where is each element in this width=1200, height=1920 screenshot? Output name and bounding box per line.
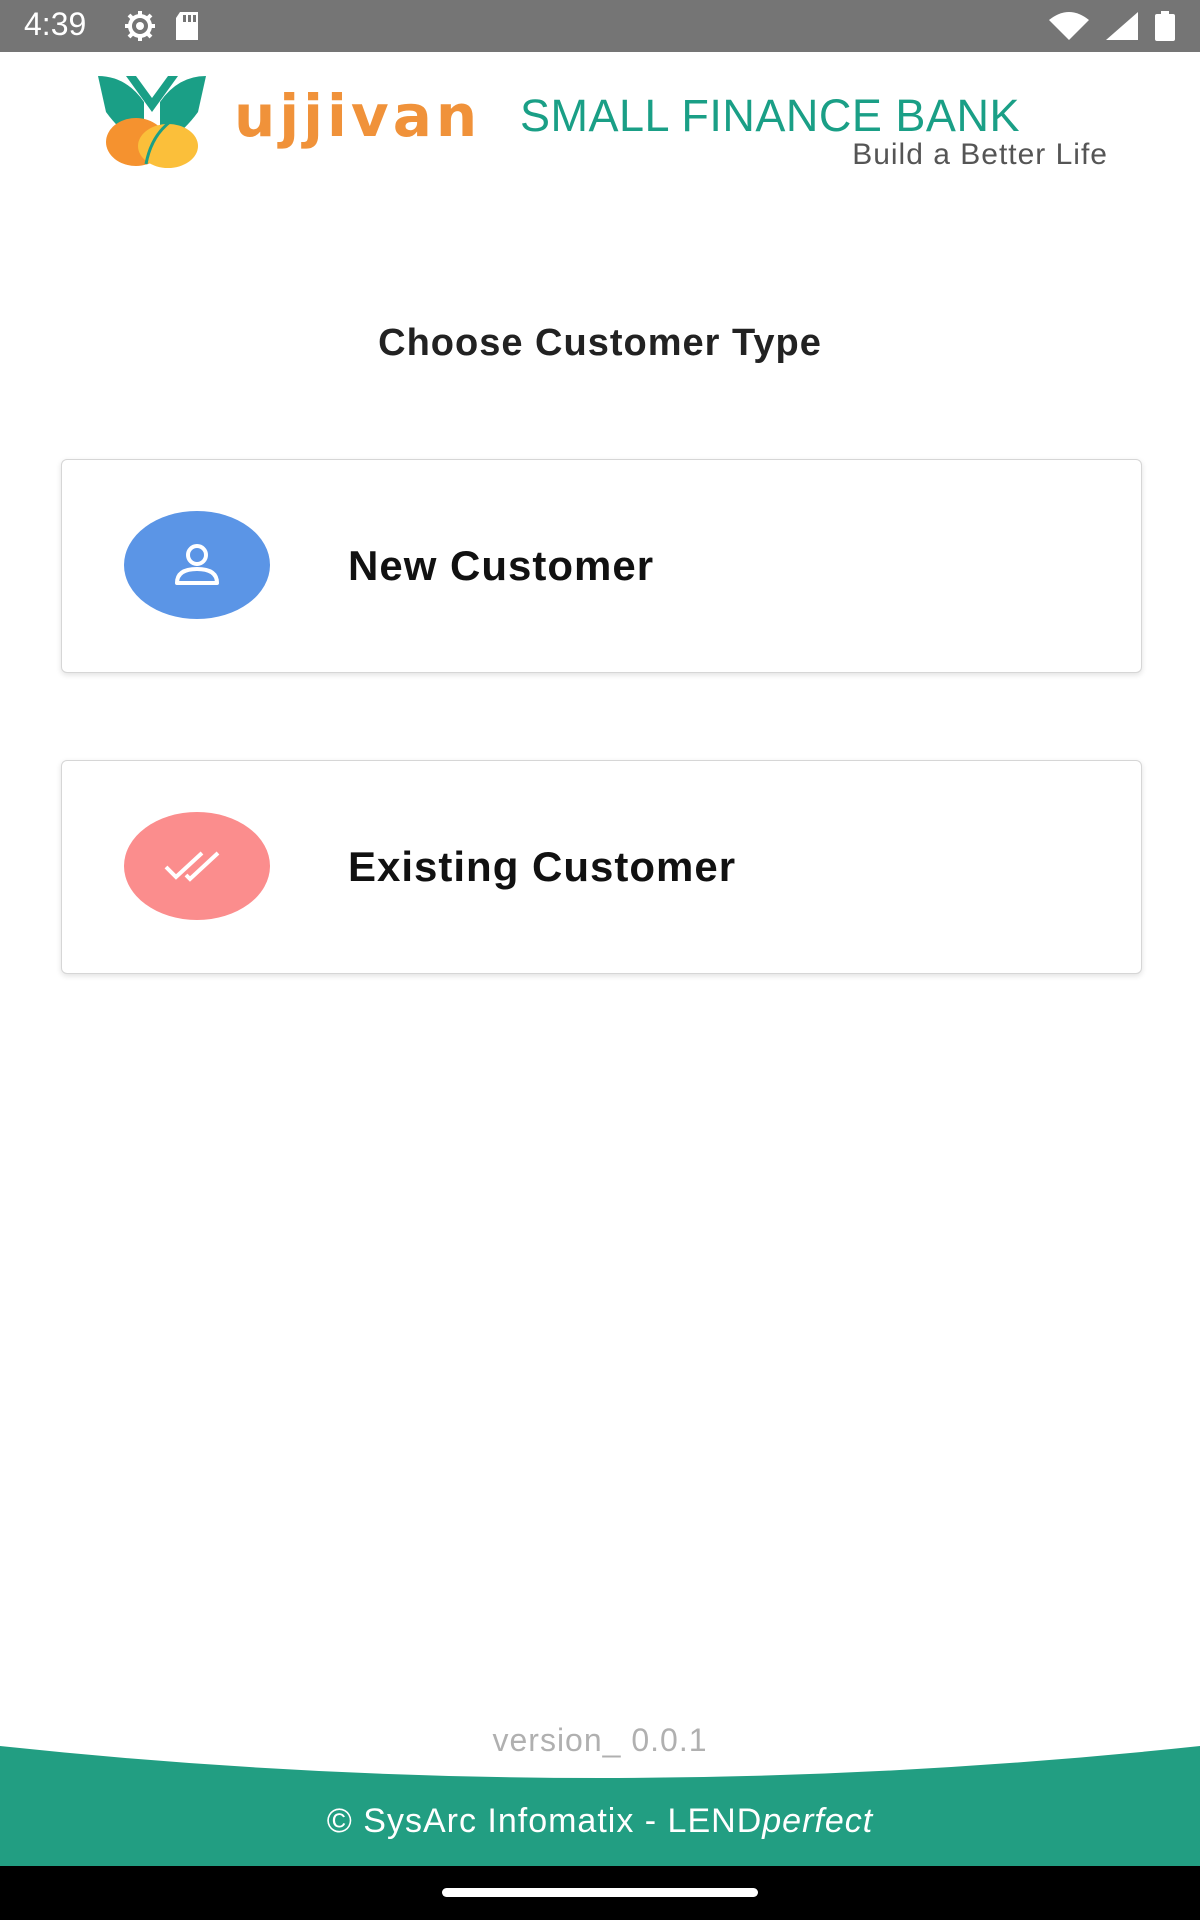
status-time: 4:39 <box>24 6 87 42</box>
logo-wordmark: ujjivan <box>234 82 482 150</box>
copyright-prefix: © SysArc Infomatix - LEND <box>326 1802 763 1840</box>
home-gesture-handle[interactable] <box>442 1888 758 1897</box>
copyright-brand-italic: perfect <box>762 1802 874 1840</box>
existing-customer-card[interactable]: Existing Customer <box>61 760 1142 974</box>
new-customer-card[interactable]: New Customer <box>61 459 1142 673</box>
new-customer-icon-circle <box>124 511 270 619</box>
signal-icon <box>1106 12 1138 40</box>
ujjivan-leaf-logo-icon <box>98 76 206 168</box>
page-title: Choose Customer Type <box>378 322 822 364</box>
battery-icon <box>1155 11 1175 41</box>
existing-customer-label: Existing Customer <box>348 843 737 890</box>
double-check-icon <box>164 851 220 882</box>
person-icon <box>175 544 219 585</box>
status-bar: 4:39 <box>0 0 1200 52</box>
copyright-text: © SysArc Infomatix - LENDperfect <box>0 1802 1200 1841</box>
logo-bank-name: SMALL FINANCE BANK <box>520 90 1020 141</box>
wifi-icon <box>1049 12 1089 40</box>
navigation-bar <box>0 1866 1200 1920</box>
logo-tagline: Build a Better Life <box>852 138 1108 171</box>
new-customer-label: New Customer <box>348 542 655 589</box>
bank-logo: ujjivan SMALL FINANCE BANK Build a Bette… <box>96 72 1116 182</box>
sd-card-icon <box>176 12 198 40</box>
settings-icon <box>125 11 155 41</box>
existing-customer-icon-circle <box>124 812 270 920</box>
